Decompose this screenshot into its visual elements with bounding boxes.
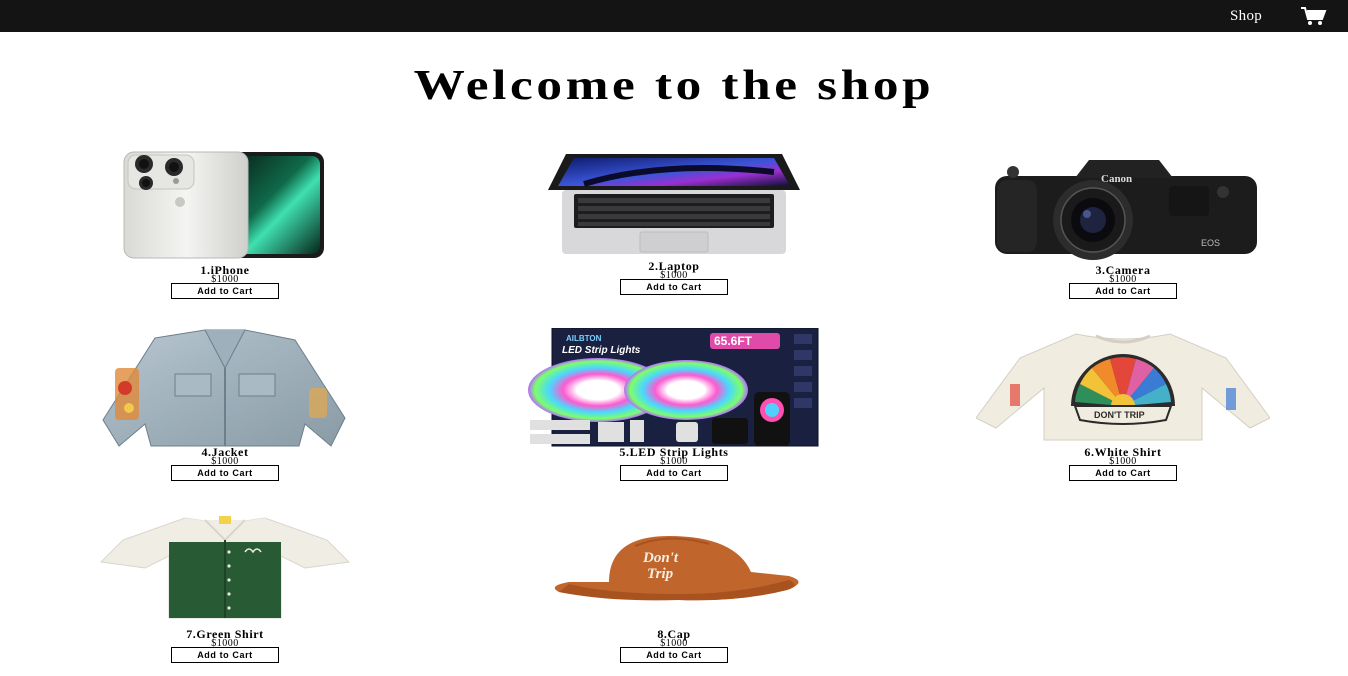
cap-image: Don't Trip bbox=[554, 536, 799, 601]
iphone-image bbox=[123, 151, 324, 259]
led-strip-image: AILBTON LED Strip Lights 65.6FT bbox=[528, 328, 819, 447]
add-to-cart-button[interactable]: Add to Cart bbox=[620, 279, 728, 295]
white-shirt-image: DON'T TRIP bbox=[976, 333, 1270, 441]
add-to-cart-button[interactable]: Add to Cart bbox=[620, 465, 728, 481]
green-shirt-image bbox=[99, 516, 351, 619]
add-to-cart-button[interactable]: Add to Cart bbox=[1069, 465, 1177, 481]
page-title: Welcome to the shop bbox=[413, 63, 935, 109]
led-title-text: LED Strip Lights bbox=[562, 345, 641, 356]
add-to-cart-button[interactable]: Add to Cart bbox=[620, 647, 728, 663]
add-to-cart-button[interactable]: Add to Cart bbox=[171, 283, 279, 299]
nav-shop-link[interactable]: Shop bbox=[1230, 8, 1262, 25]
add-to-cart-button[interactable]: Add to Cart bbox=[1069, 283, 1177, 299]
jacket-image bbox=[102, 329, 346, 447]
camera-image: Canon EOS bbox=[995, 160, 1257, 260]
top-navbar: Shop bbox=[0, 0, 1348, 32]
add-to-cart-button[interactable]: Add to Cart bbox=[171, 647, 279, 663]
led-length-text: 65.6FT bbox=[714, 334, 753, 348]
shirt-print-text: DON'T TRIP bbox=[1094, 410, 1145, 420]
laptop-image bbox=[548, 154, 800, 254]
cap-print-line-2: Trip bbox=[647, 566, 674, 582]
add-to-cart-button[interactable]: Add to Cart bbox=[171, 465, 279, 481]
cap-print-line-1: Don't bbox=[642, 550, 679, 566]
cart-icon[interactable] bbox=[1300, 6, 1328, 26]
camera-model-text: EOS bbox=[1201, 238, 1220, 248]
led-brand-text: AILBTON bbox=[566, 334, 602, 343]
